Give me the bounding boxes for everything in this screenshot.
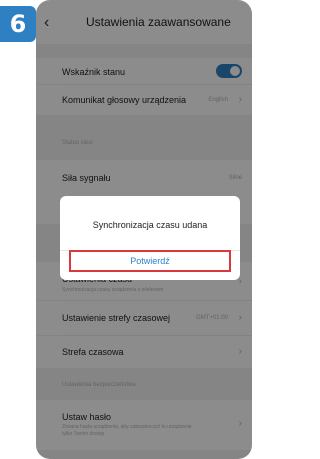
dialog-message: Synchronizacja czasu udana (92, 220, 208, 230)
step-number-badge: 6 (0, 6, 36, 42)
confirm-button[interactable]: Potwierdź (69, 250, 231, 272)
sync-success-dialog: Synchronizacja czasu udana Potwierdź (60, 196, 240, 280)
